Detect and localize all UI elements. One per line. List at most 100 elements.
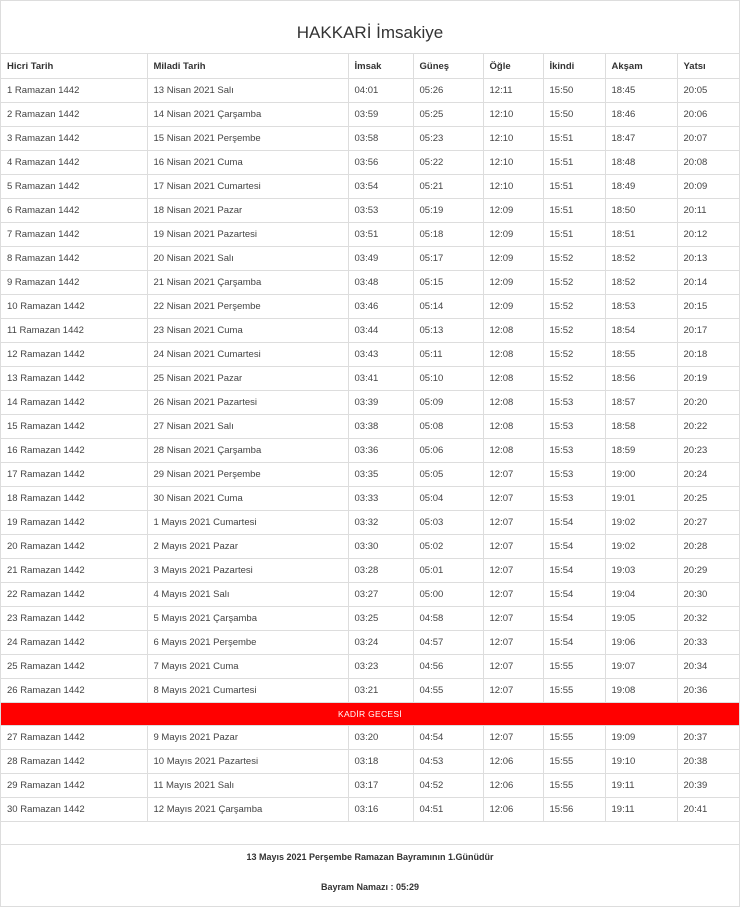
table-cell: 15:54 <box>542 630 606 655</box>
table-cell: 27 Nisan 2021 Salı <box>146 414 349 439</box>
table-cell: 03:46 <box>347 294 414 319</box>
table-cell: 12:07 <box>482 630 544 655</box>
table-cell: 3 Ramazan 1442 <box>1 126 148 151</box>
table-cell: 12 Mayıs 2021 Çarşamba <box>146 797 349 822</box>
table-cell: 12:08 <box>482 438 544 463</box>
table-cell: 15:56 <box>542 797 606 822</box>
table-cell: 8 Mayıs 2021 Cumartesi <box>146 678 349 703</box>
table-row: 10 Ramazan 1442 22 Nisan 2021 Perşembe 03:… <box>1 294 739 319</box>
special-row-group: KADİR GECESİ <box>1 702 739 726</box>
table-cell: 05:06 <box>412 438 484 463</box>
table-cell: 15:52 <box>542 318 606 343</box>
table-cell: 19 Ramazan 1442 <box>1 510 148 535</box>
table-cell: 15:53 <box>542 390 606 415</box>
table-cell: 05:21 <box>412 174 484 199</box>
table-row: 3 Ramazan 1442 15 Nisan 2021 Perşembe 03:5… <box>1 126 739 151</box>
table-cell: 03:48 <box>347 270 414 295</box>
table-cell: 18:46 <box>604 102 678 127</box>
table-row: 21 Ramazan 1442 3 Mayıs 2021 Pazartesi 03:… <box>1 558 739 583</box>
table-row: 22 Ramazan 1442 4 Mayıs 2021 Salı 03:27 05:… <box>1 582 739 607</box>
table-cell: 15:55 <box>542 654 606 679</box>
table-cell: 20:19 <box>676 366 739 391</box>
table-cell: 05:17 <box>412 246 484 271</box>
table-cell: 19:02 <box>604 534 678 559</box>
table-cell: 15:51 <box>542 150 606 175</box>
table-row: 5 Ramazan 1442 17 Nisan 2021 Cumartesi 03:… <box>1 174 739 199</box>
table-cell: 20:37 <box>676 725 739 750</box>
table-row: 12 Ramazan 1442 24 Nisan 2021 Cumartesi 03… <box>1 342 739 367</box>
table-cell: 12:07 <box>482 462 544 487</box>
table-cell: 15:52 <box>542 270 606 295</box>
table-cell: 27 Ramazan 1442 <box>1 725 148 750</box>
table-cell: 03:27 <box>347 582 414 607</box>
table-cell: 03:16 <box>347 797 414 822</box>
table-cell: 20:18 <box>676 342 739 367</box>
table-cell: 04:54 <box>412 725 484 750</box>
table-cell: 12:07 <box>482 606 544 631</box>
table-cell: 04:55 <box>412 678 484 703</box>
table-cell: 18:57 <box>604 390 678 415</box>
table-cell: 20:05 <box>676 78 739 103</box>
table-cell: 12:07 <box>482 510 544 535</box>
table-cell: 20:33 <box>676 630 739 655</box>
table-cell: 05:26 <box>412 78 484 103</box>
table-cell: 18 Nisan 2021 Pazar <box>146 198 349 223</box>
table-cell: 20:06 <box>676 102 739 127</box>
table-cell: 16 Ramazan 1442 <box>1 438 148 463</box>
table-row: 30 Ramazan 1442 12 Mayıs 2021 Çarşamba 03:… <box>1 797 739 822</box>
table-cell: 18:53 <box>604 294 678 319</box>
table-cell: 03:28 <box>347 558 414 583</box>
table-cell: 03:21 <box>347 678 414 703</box>
table-cell: 15:53 <box>542 414 606 439</box>
table-cell: 18 Ramazan 1442 <box>1 486 148 511</box>
table-cell: 21 Ramazan 1442 <box>1 558 148 583</box>
table-cell: 12:06 <box>482 797 544 822</box>
table-cell: 05:02 <box>412 534 484 559</box>
kadir-gecesi-row: KADİR GECESİ <box>1 702 739 726</box>
page-title: HAKKARİ İmsakiye <box>1 1 739 54</box>
table-cell: 05:03 <box>412 510 484 535</box>
table-spacer <box>1 822 739 845</box>
table-cell: 18:59 <box>604 438 678 463</box>
table-cell: 10 Mayıs 2021 Pazartesi <box>146 749 349 774</box>
table-cell: 15:53 <box>542 438 606 463</box>
table-cell: 13 Nisan 2021 Salı <box>146 78 349 103</box>
table-cell: 12:07 <box>482 725 544 750</box>
table-row: 24 Ramazan 1442 6 Mayıs 2021 Perşembe 03:2… <box>1 630 739 655</box>
table-cell: 19:11 <box>604 773 678 798</box>
col-header-miladi: Miladi Tarih <box>146 54 349 79</box>
table-cell: 03:33 <box>347 486 414 511</box>
table-cell: 19:01 <box>604 486 678 511</box>
table-cell: 03:44 <box>347 318 414 343</box>
table-cell: 03:18 <box>347 749 414 774</box>
table-cell: 23 Ramazan 1442 <box>1 606 148 631</box>
table-cell: 20:09 <box>676 174 739 199</box>
table-row: 17 Ramazan 1442 29 Nisan 2021 Perşembe 03:… <box>1 462 739 487</box>
table-cell: 12 Ramazan 1442 <box>1 342 148 367</box>
bayram-info: 13 Mayıs 2021 Perşembe Ramazan Bayramını… <box>1 845 739 892</box>
table-row: 28 Ramazan 1442 10 Mayıs 2021 Pazartesi 03… <box>1 749 739 774</box>
table-cell: 22 Ramazan 1442 <box>1 582 148 607</box>
table-row: 2 Ramazan 1442 14 Nisan 2021 Çarşamba 03:5… <box>1 102 739 127</box>
table-cell: 17 Nisan 2021 Cumartesi <box>146 174 349 199</box>
table-cell: 03:43 <box>347 342 414 367</box>
table-cell: 18:47 <box>604 126 678 151</box>
table-cell: 12:08 <box>482 318 544 343</box>
kadir-gecesi-label: KADİR GECESİ <box>1 702 739 726</box>
table-cell: 05:18 <box>412 222 484 247</box>
table-cell: 18:45 <box>604 78 678 103</box>
table-cell: 15:54 <box>542 582 606 607</box>
table-cell: 05:04 <box>412 486 484 511</box>
table-cell: 12:07 <box>482 654 544 679</box>
table-cell: 20:15 <box>676 294 739 319</box>
table-cell: 15:53 <box>542 462 606 487</box>
table-row: 25 Ramazan 1442 7 Mayıs 2021 Cuma 03:23 04:… <box>1 654 739 679</box>
table-cell: 04:01 <box>347 78 414 103</box>
table-cell: 05:22 <box>412 150 484 175</box>
table-cell: 7 Ramazan 1442 <box>1 222 148 247</box>
table-cell: 03:59 <box>347 102 414 127</box>
table-cell: 15:50 <box>542 78 606 103</box>
table-cell: 15:51 <box>542 198 606 223</box>
table-cell: 2 Mayıs 2021 Pazar <box>146 534 349 559</box>
table-cell: 20:41 <box>676 797 739 822</box>
